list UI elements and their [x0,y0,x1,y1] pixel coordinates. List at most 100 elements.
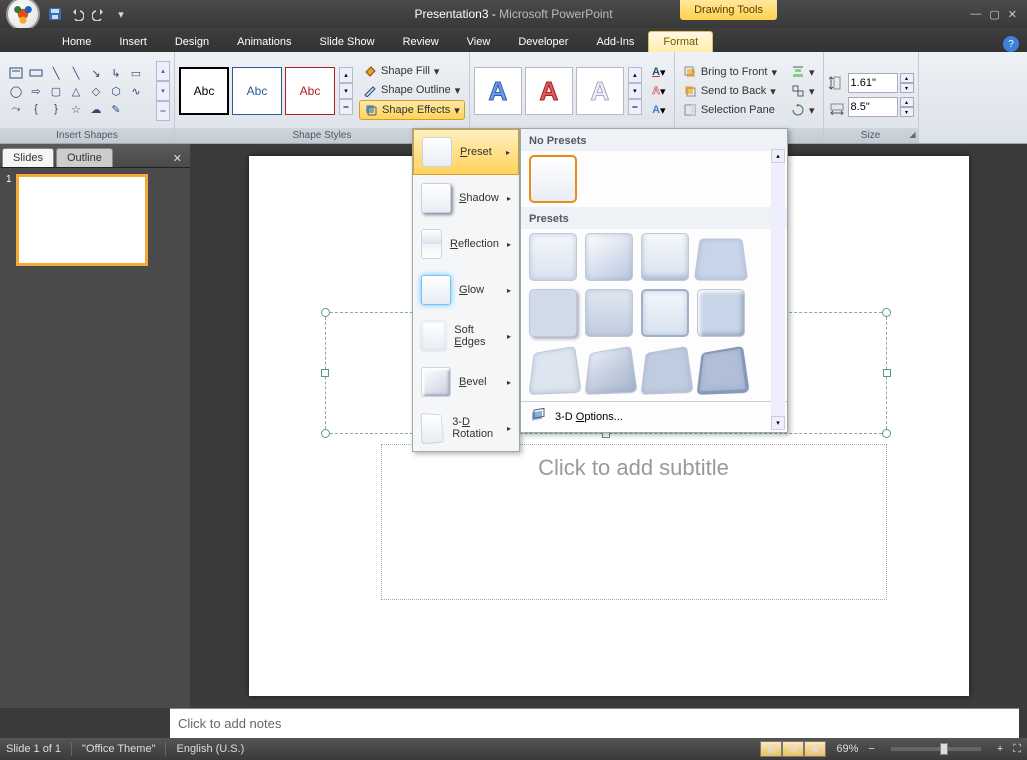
minimize-icon[interactable]: — [970,8,981,21]
shape-roundrect-icon[interactable]: ▢ [46,82,66,100]
shape-textbox-icon[interactable] [6,64,26,82]
shape-outline-button[interactable]: Shape Outline ▾ [359,81,465,99]
chevron-up-icon[interactable]: ▴ [339,67,353,83]
shape-effects-button[interactable]: Shape Effects ▾ [359,100,465,120]
shape-style-gallery[interactable]: Abc Abc Abc [179,67,335,115]
shape-curve1-icon[interactable]: ∿ [126,82,146,100]
zoom-out-button[interactable]: − [868,743,874,755]
subtitle-placeholder[interactable]: Click to add subtitle [381,444,887,600]
tab-insert[interactable]: Insert [105,32,161,52]
shape-curve2-icon[interactable]: ⤳ [6,100,26,118]
help-icon[interactable]: ? [1003,36,1019,52]
resize-handle[interactable] [321,369,329,377]
shape-triangle-icon[interactable]: △ [66,82,86,100]
text-outline-button[interactable]: A▾ [648,82,670,100]
wa-swatch-3[interactable]: A [576,67,624,115]
tab-review[interactable]: Review [389,32,453,52]
zoom-level[interactable]: 69% [836,743,858,755]
preset-10[interactable] [584,346,637,395]
shape-oval-icon[interactable]: ◯ [6,82,26,100]
panel-close-icon[interactable]: ✕ [171,150,184,167]
resize-handle[interactable] [321,429,330,438]
resize-handle[interactable] [883,369,891,377]
tab-view[interactable]: View [453,32,505,52]
flyout-scrollbar[interactable]: ▴ ▾ [771,149,785,430]
style-swatch-2[interactable]: Abc [232,67,282,115]
resize-handle[interactable] [882,308,891,317]
group-button[interactable]: ▾ [787,82,819,100]
shape-star-icon[interactable]: ☆ [66,100,86,118]
tab-design[interactable]: Design [161,32,223,52]
shape-callout-icon[interactable]: ☁ [86,100,106,118]
preset-5[interactable] [529,289,577,337]
chevron-up-icon[interactable]: ▴ [771,149,785,163]
preset-none[interactable] [529,155,577,203]
shapes-gallery[interactable]: ╲ ╲ ↘ ↳ ▭ ◯ ⇨ ▢ △ ◇ ⬡ ∿ ⤳ { } ☆ ☁ ✎ [4,62,154,120]
zoom-slider[interactable] [891,747,981,751]
style-gallery-scroll[interactable]: ▴ ▾ ═ [339,67,353,115]
preset-8[interactable] [697,289,745,337]
preset-9[interactable] [528,346,581,395]
shape-freeform-icon[interactable]: ✎ [106,100,126,118]
preset-11[interactable] [640,346,693,395]
qat-more-icon[interactable]: ▾ [112,5,130,23]
gallery-more-icon[interactable]: ═ [339,99,353,115]
dialog-launcher-icon[interactable]: ◢ [909,130,915,139]
resize-handle[interactable] [882,429,891,438]
fx-soft-edges[interactable]: Soft Edges▸ [413,313,519,359]
preset-7[interactable] [641,289,689,337]
preset-3[interactable] [641,233,689,281]
width-spinner[interactable]: ▴▾ [900,97,914,117]
shape-brace2-icon[interactable]: } [46,100,66,118]
panel-tab-slides[interactable]: Slides [2,148,54,167]
slideshow-view-button[interactable]: ▣ [804,741,826,757]
text-effects-button[interactable]: A▾ [648,101,670,119]
bring-to-front-button[interactable]: Bring to Front ▾ [679,63,781,81]
thumb-preview[interactable] [16,174,148,266]
normal-view-button[interactable]: ▦ [760,741,782,757]
shape-arrow-icon[interactable]: ↘ [86,64,106,82]
rotate-button[interactable]: ▾ [787,101,819,119]
tab-developer[interactable]: Developer [504,32,582,52]
office-button[interactable] [6,0,40,31]
redo-icon[interactable] [90,5,108,23]
fx-shadow[interactable]: Shadow▸ [413,175,519,221]
close-icon[interactable]: ✕ [1008,8,1017,21]
height-input[interactable] [848,73,898,93]
panel-tab-outline[interactable]: Outline [56,148,113,167]
chevron-down-icon[interactable]: ▾ [628,83,642,99]
shape-diamond-icon[interactable]: ◇ [86,82,106,100]
shape-fill-button[interactable]: Shape Fill ▾ [359,62,465,80]
undo-icon[interactable] [68,5,86,23]
align-button[interactable]: ▾ [787,63,819,81]
resize-handle[interactable] [321,308,330,317]
fit-to-window-button[interactable]: ⛶ [1013,743,1021,756]
shape-rect-icon[interactable]: ▭ [126,64,146,82]
shape-connector-icon[interactable]: ↳ [106,64,126,82]
status-language[interactable]: English (U.S.) [176,743,244,755]
shape-hex-icon[interactable]: ⬡ [106,82,126,100]
save-icon[interactable] [46,5,64,23]
wordart-gallery[interactable]: A A A [474,67,624,115]
preset-1[interactable] [529,233,577,281]
fx-reflection[interactable]: Reflection▸ [413,221,519,267]
fx-bevel[interactable]: Bevel▸ [413,359,519,405]
tab-format[interactable]: Format [648,31,713,52]
width-input[interactable] [848,97,898,117]
preset-12[interactable] [696,346,749,395]
shape-line-icon[interactable]: ╲ [46,64,66,82]
style-swatch-3[interactable]: Abc [285,67,335,115]
shape-textbox2-icon[interactable] [26,64,46,82]
shape-line2-icon[interactable]: ╲ [66,64,86,82]
restore-icon[interactable]: ▢ [989,8,999,21]
fx-preset[interactable]: Preset▸ [413,129,519,175]
gallery-more-icon[interactable]: ═ [628,99,642,115]
chevron-down-icon[interactable]: ▾ [771,416,785,430]
slide-thumbnail-1[interactable]: 1 [6,174,184,266]
sorter-view-button[interactable]: ▤ [782,741,804,757]
tab-home[interactable]: Home [48,32,105,52]
shapes-gallery-scroll[interactable]: ▴ ▾ ═ [156,61,170,121]
wa-swatch-1[interactable]: A [474,67,522,115]
tab-slideshow[interactable]: Slide Show [306,32,389,52]
notes-pane[interactable]: Click to add notes [170,708,1019,738]
